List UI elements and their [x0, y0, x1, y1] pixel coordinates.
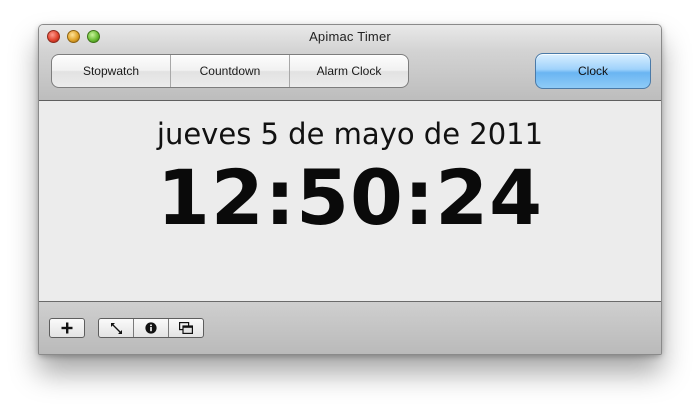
- windows-button[interactable]: [169, 319, 203, 337]
- add-button[interactable]: [49, 318, 85, 338]
- title-bar: Apimac Timer Stopwatch Countdown Alarm C…: [39, 25, 661, 101]
- windows-icon: [179, 322, 193, 334]
- tab-stopwatch[interactable]: Stopwatch: [52, 55, 171, 87]
- resize-icon: [110, 322, 123, 335]
- app-window: Apimac Timer Stopwatch Countdown Alarm C…: [38, 24, 662, 355]
- current-time: 12:50:24: [156, 153, 544, 242]
- resize-button[interactable]: [99, 319, 134, 337]
- info-icon: [145, 322, 157, 334]
- clock-display: jueves 5 de mayo de 2011 12:50:24: [39, 101, 661, 301]
- plus-icon: [61, 322, 73, 334]
- tab-alarm-clock[interactable]: Alarm Clock: [290, 55, 408, 87]
- tab-countdown[interactable]: Countdown: [171, 55, 290, 87]
- info-button[interactable]: [134, 319, 169, 337]
- clock-mode-button[interactable]: Clock: [535, 53, 651, 89]
- window-title: Apimac Timer: [309, 29, 391, 44]
- view-button-group: [98, 318, 204, 338]
- bottom-toolbar: [39, 301, 661, 354]
- screen: Apimac Timer Stopwatch Countdown Alarm C…: [0, 0, 700, 408]
- mode-segmented-control: Stopwatch Countdown Alarm Clock: [51, 54, 409, 88]
- current-date: jueves 5 de mayo de 2011: [156, 117, 544, 151]
